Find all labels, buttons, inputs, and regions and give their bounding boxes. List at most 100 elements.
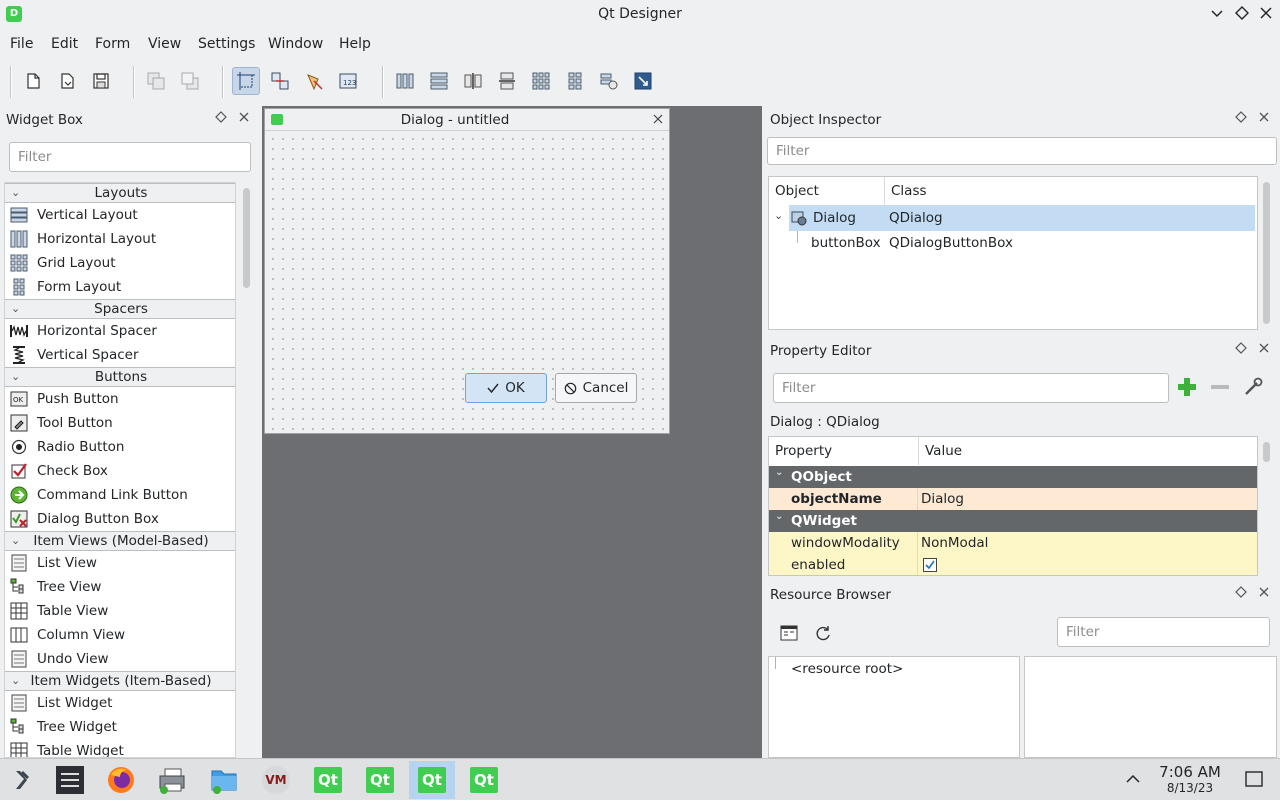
- task-printer[interactable]: [149, 761, 195, 799]
- category-buttons[interactable]: ⌄ Buttons: [5, 367, 235, 387]
- maximize-button[interactable]: [1232, 5, 1252, 25]
- column-header-object[interactable]: Object: [769, 177, 885, 205]
- widget-check-box[interactable]: Check Box: [5, 459, 235, 483]
- edit-buddies-button[interactable]: [300, 67, 328, 95]
- widget-push-button[interactable]: OK Push Button: [5, 387, 235, 411]
- task-qt-designer-4[interactable]: Qt: [461, 761, 507, 799]
- close-dock-button[interactable]: [1258, 342, 1270, 358]
- menu-form[interactable]: Form: [95, 36, 130, 52]
- widget-command-link-button[interactable]: Command Link Button: [5, 483, 235, 507]
- property-row-windowmodality[interactable]: windowModality NonModal: [769, 532, 1257, 554]
- widget-list-widget[interactable]: List Widget: [5, 691, 235, 715]
- edit-resources-button[interactable]: [780, 624, 798, 646]
- lay-out-grid-button[interactable]: [527, 67, 555, 95]
- object-inspector-filter-input[interactable]: Filter: [767, 137, 1277, 165]
- property-table-scrollbar-thumb[interactable]: [1263, 442, 1270, 462]
- property-value[interactable]: Dialog: [921, 491, 964, 507]
- lay-out-vertically-button[interactable]: [425, 67, 453, 95]
- column-header-property[interactable]: Property: [769, 437, 919, 465]
- add-dynamic-property-button[interactable]: [1176, 376, 1198, 402]
- category-layouts[interactable]: ⌄ Layouts: [5, 183, 235, 203]
- widget-tree-widget[interactable]: Tree Widget: [5, 715, 235, 739]
- object-tree-scrollbar-thumb[interactable]: [1263, 182, 1270, 324]
- close-dock-button[interactable]: [1258, 586, 1270, 602]
- widget-vertical-layout[interactable]: Vertical Layout: [5, 203, 235, 227]
- widget-horizontal-layout[interactable]: Horizontal Layout: [5, 227, 235, 251]
- widget-box-filter-input[interactable]: Filter: [9, 142, 251, 172]
- new-form-button[interactable]: [19, 67, 47, 95]
- widget-vertical-spacer[interactable]: Vertical Spacer: [5, 343, 235, 367]
- resource-root-item[interactable]: <resource root>: [791, 661, 903, 677]
- menu-settings[interactable]: Settings: [198, 36, 255, 52]
- property-group-qwidget[interactable]: ⌄ QWidget: [769, 510, 1257, 532]
- widget-list-view[interactable]: List View: [5, 551, 235, 575]
- edit-widgets-button[interactable]: [232, 67, 260, 95]
- category-item-views[interactable]: ⌄ Item Views (Model-Based): [5, 531, 235, 551]
- property-row-objectname[interactable]: objectName Dialog: [769, 488, 1257, 510]
- column-header-class[interactable]: Class: [885, 177, 1257, 205]
- task-qt-designer-2[interactable]: Qt: [357, 761, 403, 799]
- property-row-enabled[interactable]: enabled: [769, 554, 1257, 575]
- task-vym[interactable]: VM: [253, 761, 299, 799]
- enabled-checkbox[interactable]: [923, 558, 937, 575]
- task-system-settings[interactable]: [47, 761, 93, 799]
- lay-out-vertically-splitter-button[interactable]: [493, 67, 521, 95]
- clock[interactable]: 7:06 AM 8/13/23: [1150, 764, 1230, 796]
- app-launcher-button[interactable]: [0, 761, 46, 799]
- close-button[interactable]: [1256, 5, 1276, 25]
- task-qt-designer-3[interactable]: Qt: [409, 761, 455, 799]
- cancel-button[interactable]: Cancel: [555, 373, 637, 403]
- edit-signals-slots-button[interactable]: [266, 67, 294, 95]
- property-value[interactable]: NonModal: [921, 535, 988, 551]
- form-title-bar[interactable]: Dialog - untitled: [265, 109, 669, 131]
- category-item-widgets[interactable]: ⌄ Item Widgets (Item-Based): [5, 671, 235, 691]
- widget-table-view[interactable]: Table View: [5, 599, 235, 623]
- tree-row-dialog[interactable]: ⌄ Dialog QDialog: [769, 205, 1255, 231]
- show-desktop-button[interactable]: [1245, 771, 1263, 791]
- widget-tool-button[interactable]: Tool Button: [5, 411, 235, 435]
- task-firefox[interactable]: [98, 761, 144, 799]
- column-header-value[interactable]: Value: [919, 437, 1257, 465]
- menu-help[interactable]: Help: [339, 36, 371, 52]
- save-form-button[interactable]: [87, 67, 115, 95]
- float-dock-button[interactable]: [215, 111, 227, 127]
- property-filter-input[interactable]: Filter: [773, 373, 1169, 403]
- widget-form-layout[interactable]: Form Layout: [5, 275, 235, 299]
- minimize-button[interactable]: [1207, 5, 1227, 25]
- widget-horizontal-spacer[interactable]: Horizontal Spacer: [5, 319, 235, 343]
- form-close-button[interactable]: [652, 113, 664, 129]
- ok-button[interactable]: OK: [465, 373, 547, 403]
- form-canvas[interactable]: OK Cancel: [265, 131, 669, 433]
- bring-to-front-button[interactable]: [142, 67, 170, 95]
- float-dock-button[interactable]: [1235, 586, 1247, 602]
- system-tray-expand-button[interactable]: [1125, 771, 1141, 791]
- task-file-manager[interactable]: [201, 761, 247, 799]
- task-qt-designer-1[interactable]: Qt: [305, 761, 351, 799]
- category-spacers[interactable]: ⌄ Spacers: [5, 299, 235, 319]
- widget-radio-button[interactable]: Radio Button: [5, 435, 235, 459]
- property-group-qobject[interactable]: ⌄ QObject: [769, 466, 1257, 488]
- send-to-back-button[interactable]: [176, 67, 204, 95]
- lay-out-form-button[interactable]: [561, 67, 589, 95]
- widget-undo-view[interactable]: Undo View: [5, 647, 235, 671]
- widget-box-scrollbar-thumb[interactable]: [243, 188, 250, 288]
- widget-table-widget[interactable]: Table Widget: [5, 739, 235, 757]
- menu-edit[interactable]: Edit: [51, 36, 78, 52]
- resource-filter-input[interactable]: Filter: [1057, 617, 1270, 647]
- adjust-size-button[interactable]: [629, 67, 657, 95]
- widget-dialog-button-box[interactable]: Dialog Button Box: [5, 507, 235, 531]
- float-dock-button[interactable]: [1235, 342, 1247, 358]
- reload-button[interactable]: [814, 624, 832, 646]
- lay-out-horizontally-button[interactable]: [391, 67, 419, 95]
- open-form-button[interactable]: [53, 67, 81, 95]
- lay-out-horizontally-splitter-button[interactable]: [459, 67, 487, 95]
- menu-window[interactable]: Window: [268, 36, 323, 52]
- menu-view[interactable]: View: [148, 36, 181, 52]
- break-layout-button[interactable]: [595, 67, 623, 95]
- edit-tab-order-button[interactable]: 123: [334, 67, 362, 95]
- tree-row-buttonbox[interactable]: buttonBox QDialogButtonBox: [769, 231, 1255, 255]
- menu-file[interactable]: File: [10, 36, 33, 52]
- widget-grid-layout[interactable]: Grid Layout: [5, 251, 235, 275]
- close-dock-button[interactable]: [238, 111, 250, 127]
- float-dock-button[interactable]: [1235, 111, 1247, 127]
